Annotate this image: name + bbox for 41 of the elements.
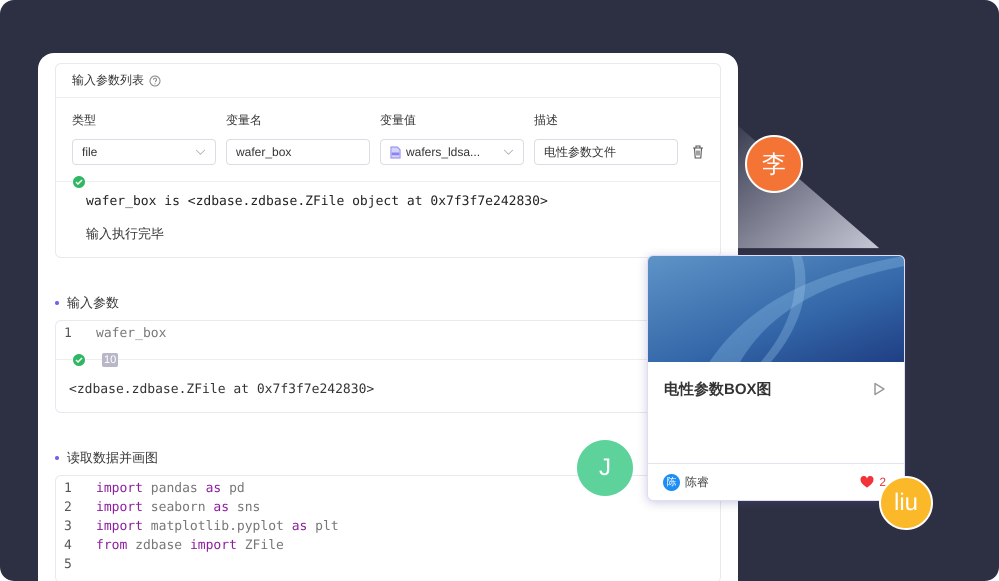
line-number: 5 [63, 557, 73, 572]
execution-count: 10 [102, 353, 118, 367]
line-number: 4 [63, 538, 73, 553]
code-line: from zdbase import ZFile [95, 538, 284, 553]
heart-icon[interactable] [860, 476, 874, 488]
success-icon [72, 175, 86, 189]
author-avatar: 陈 [663, 474, 680, 490]
code-line: wafer_box [95, 326, 166, 341]
code-line: import seaborn as sns [95, 500, 260, 515]
card-title: 输入参数列表 [72, 72, 144, 89]
line-number: 1 [63, 326, 73, 341]
success-icon [72, 353, 86, 367]
delete-icon[interactable] [692, 145, 704, 159]
section-title: 输入参数 [67, 294, 119, 312]
bullet-icon [55, 456, 59, 460]
play-icon[interactable] [872, 382, 886, 396]
text-field[interactable]: 电性参数文件 [534, 139, 678, 165]
select-field[interactable]: wafers_ldsa... [380, 139, 524, 165]
line-number: 3 [63, 519, 73, 534]
output-text: wafer_box is <zdbase.zdbase.ZFile object at 0x7f3f7e242830> [86, 194, 549, 209]
column-label: 变量名 [226, 112, 263, 129]
chevron-down-icon [195, 148, 206, 156]
text-field[interactable]: wafer_box [226, 139, 370, 165]
output-text: <zdbase.zdbase.ZFile at 0x7f3f7e242830> [69, 382, 374, 397]
line-number: 2 [63, 500, 73, 515]
output-text: 输入执行完毕 [86, 225, 165, 243]
column-label: 类型 [72, 112, 97, 129]
file-icon [390, 146, 401, 158]
code-line: import pandas as pd [95, 481, 245, 496]
column-label: 描述 [534, 112, 559, 129]
line-number: 1 [63, 481, 73, 496]
column-label: 变量值 [380, 112, 417, 129]
bullet-icon [55, 301, 59, 305]
select-field[interactable]: file [72, 139, 216, 165]
author-name: 陈睿 [685, 474, 710, 490]
code-line: import matplotlib.pyplot as plt [95, 519, 339, 534]
section-title: 读取数据并画图 [67, 449, 158, 467]
card-title: 电性参数BOX图 [664, 380, 772, 399]
like-count: 2 [879, 475, 886, 489]
help-icon[interactable] [149, 74, 161, 86]
chevron-down-icon [503, 148, 514, 156]
